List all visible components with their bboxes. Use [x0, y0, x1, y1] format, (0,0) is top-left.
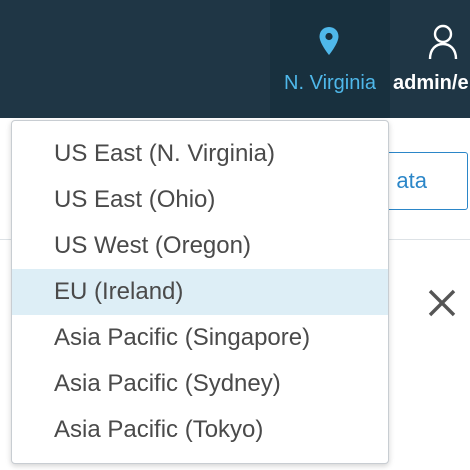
region-selector-label: N. Virginia — [284, 72, 376, 94]
action-button-label: ata — [396, 168, 427, 193]
user-icon — [428, 24, 458, 60]
top-navigation-bar: N. Virginia admin/e — [0, 0, 470, 118]
region-option-us-east-n-virginia[interactable]: US East (N. Virginia) — [12, 131, 388, 177]
region-option-asia-pacific-sydney[interactable]: Asia Pacific (Sydney) — [12, 361, 388, 407]
close-icon[interactable] — [426, 287, 458, 319]
region-option-us-west-oregon[interactable]: US West (Oregon) — [12, 223, 388, 269]
region-option-asia-pacific-tokyo[interactable]: Asia Pacific (Tokyo) — [12, 407, 388, 453]
map-pin-icon — [319, 27, 339, 55]
region-dropdown-menu: US East (N. Virginia) US East (Ohio) US … — [11, 120, 389, 464]
region-option-us-east-ohio[interactable]: US East (Ohio) — [12, 177, 388, 223]
region-option-asia-pacific-singapore[interactable]: Asia Pacific (Singapore) — [12, 315, 388, 361]
region-option-eu-ireland[interactable]: EU (Ireland) — [12, 269, 388, 315]
user-menu-label: admin/e — [393, 72, 469, 94]
user-menu-button[interactable]: admin/e — [390, 0, 470, 118]
region-selector-button[interactable]: N. Virginia — [270, 0, 390, 118]
